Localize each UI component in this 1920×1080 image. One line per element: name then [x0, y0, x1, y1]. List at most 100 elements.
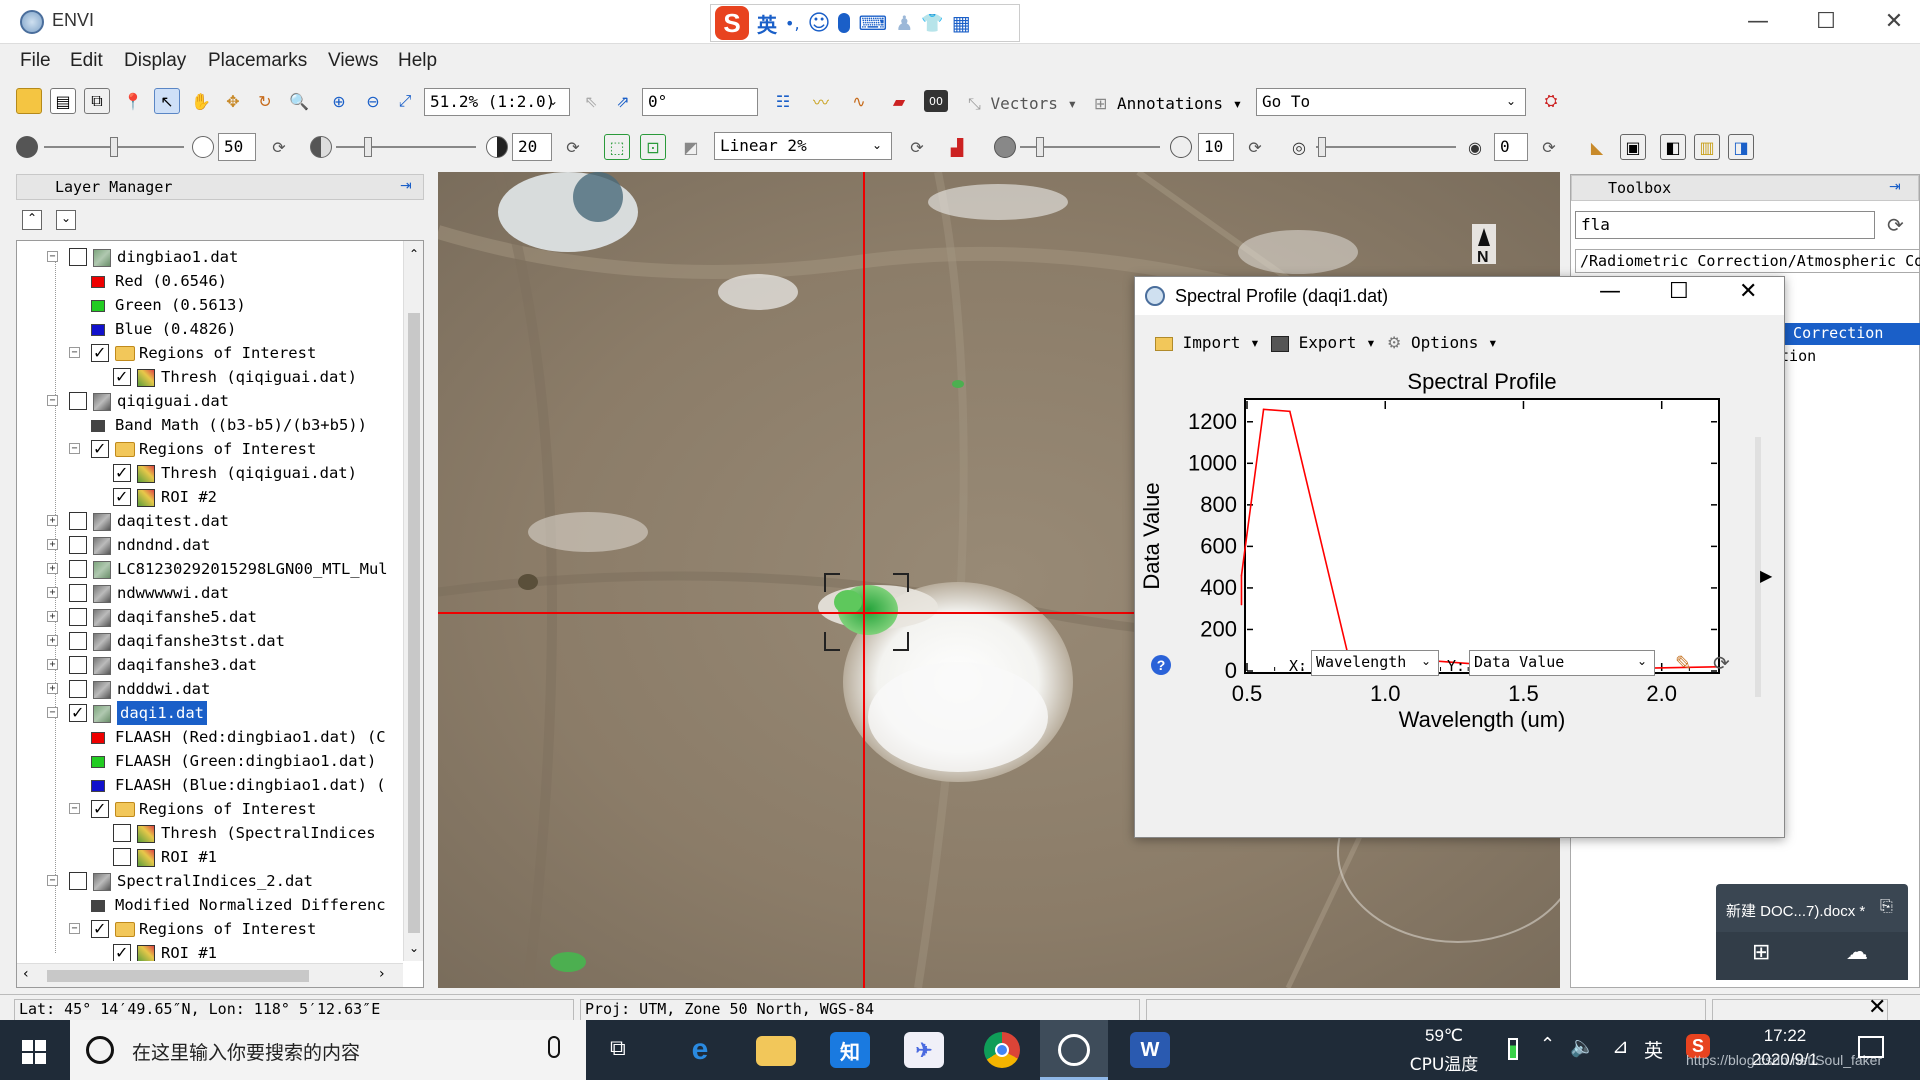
layer-checkbox[interactable] — [91, 437, 109, 461]
envi-taskbar-button[interactable] — [1040, 1020, 1108, 1080]
chip-view-icon[interactable]: ▣ — [1620, 134, 1646, 160]
h-scroll-thumb[interactable] — [47, 970, 309, 982]
layer-checkbox[interactable] — [91, 797, 109, 821]
taskbar-search[interactable]: 在这里输入你要搜索的内容 — [70, 1020, 586, 1080]
status-close-icon[interactable]: ✕ — [1868, 995, 1886, 1020]
chevron-down-icon[interactable]: ⌄ — [548, 94, 558, 108]
expand-icon[interactable]: + — [47, 539, 58, 550]
layer-checkbox[interactable] — [69, 392, 87, 410]
layer-checkbox[interactable] — [91, 917, 109, 941]
collapse-icon[interactable]: − — [47, 875, 58, 886]
layer-checkbox[interactable] — [69, 656, 87, 674]
export-menu[interactable]: Export ▾ — [1271, 333, 1376, 352]
profile-icon[interactable]: ∿ — [846, 88, 872, 114]
expand-icon[interactable]: + — [47, 563, 58, 574]
notification-center-icon[interactable] — [1858, 1036, 1884, 1058]
transparency-knob[interactable] — [1318, 137, 1326, 157]
collapse-icon[interactable]: − — [47, 707, 58, 718]
layer-tree[interactable]: − dingbiao1.dat Red (0.6546) Green (0.5613)… — [16, 240, 424, 988]
expand-icon[interactable]: + — [47, 683, 58, 694]
battery-icon[interactable] — [1508, 1038, 1518, 1060]
rotate-left-icon[interactable]: ⇖ — [578, 88, 604, 114]
stretch-select[interactable]: Linear 2% — [714, 132, 892, 160]
layer-checkbox[interactable] — [113, 461, 131, 485]
menu-views[interactable]: Views — [328, 50, 378, 72]
ime-voice-icon[interactable] — [838, 13, 851, 33]
goto-chevron-icon[interactable]: ⌄ — [1506, 94, 1516, 108]
collapse-icon[interactable]: − — [69, 347, 80, 358]
y-axis-select[interactable]: Data Value — [1469, 650, 1655, 676]
file-explorer-icon[interactable] — [756, 1036, 796, 1066]
cloud-button[interactable]: ☁ — [1812, 932, 1908, 980]
network-icon[interactable]: ⊿ — [1612, 1034, 1629, 1058]
ime-skin-icon[interactable]: 👕 — [921, 13, 943, 34]
pencil-icon[interactable]: ✎ — [1675, 651, 1692, 675]
zoom-full-icon[interactable]: ⤢ — [392, 88, 418, 114]
ime-grid-icon[interactable]: ▦ — [952, 11, 971, 35]
ime-lang[interactable]: 英 — [757, 9, 777, 38]
menu-help[interactable]: Help — [398, 50, 437, 72]
refresh-icon[interactable]: ⟳ — [904, 134, 930, 160]
import-menu[interactable]: Import ▾ — [1155, 333, 1260, 352]
ime-toolbar[interactable]: S 英 •, ☺ ⌨ ♟ 👕 ▦ — [710, 4, 1020, 42]
toolbox-pin-icon[interactable]: ⇥ — [1889, 179, 1901, 195]
toolbox-refresh-icon[interactable]: ⟳ — [1887, 213, 1904, 237]
annotations-menu[interactable]: ⊞ Annotations ▾ — [1094, 94, 1242, 113]
stretch-chevron-icon[interactable]: ⌄ — [872, 138, 882, 152]
rotation-select[interactable]: 0° — [642, 88, 758, 116]
help-icon[interactable]: ? — [1151, 655, 1171, 675]
stretch-full-icon[interactable]: ⊡ — [640, 134, 666, 160]
spectral-icon[interactable]: 〰 — [808, 88, 834, 114]
layer-icon[interactable]: ⧉ — [84, 88, 110, 114]
brightness-value[interactable]: 50 — [218, 133, 256, 161]
ime-emoji-icon[interactable]: ☺ — [808, 11, 831, 36]
options-menu[interactable]: ⚙ Options ▾ — [1387, 333, 1498, 352]
select-arrow-icon[interactable]: ↖ — [154, 88, 180, 114]
collapse-icon[interactable]: − — [47, 395, 58, 406]
expand-icon[interactable]: + — [47, 659, 58, 670]
dialog-maximize-button[interactable]: ☐ — [1669, 279, 1689, 304]
sharpen-value[interactable]: 10 — [1198, 133, 1234, 161]
word-icon[interactable]: W — [1130, 1032, 1170, 1068]
zoom-icon[interactable]: 🔍 — [286, 88, 312, 114]
expand-icon[interactable]: + — [47, 587, 58, 598]
scroll-right-icon[interactable]: › — [379, 966, 385, 982]
stretch-data-icon[interactable]: ◩ — [678, 134, 704, 160]
crosshair-icon[interactable]: ☷ — [770, 88, 796, 114]
ime-keyboard-icon[interactable]: ⌨ — [858, 11, 887, 35]
ime-user-icon[interactable]: ♟ — [895, 11, 913, 35]
expand-icon[interactable]: + — [47, 515, 58, 526]
expand-all-icon[interactable]: ⌄ — [56, 210, 76, 230]
layer-checkbox[interactable] — [69, 536, 87, 554]
layer-checkbox[interactable] — [69, 680, 87, 698]
scroll-left-icon[interactable]: ‹ — [23, 966, 29, 982]
fly-icon[interactable]: ✥ — [220, 88, 246, 114]
menu-display[interactable]: Display — [124, 50, 186, 72]
tree-scrollbar-vertical[interactable]: ⌃ ⌄ — [403, 241, 423, 961]
layer-checkbox[interactable] — [113, 824, 131, 842]
pixel-locator-icon[interactable]: 00 — [924, 90, 948, 112]
collapse-all-icon[interactable]: ⌃ — [22, 210, 42, 230]
stretch-view-icon[interactable]: ⬚ — [604, 134, 630, 160]
minimize-button[interactable]: — — [1738, 6, 1778, 38]
data-manager-icon[interactable]: ▤ — [50, 88, 76, 114]
x-chevron-icon[interactable]: ⌄ — [1421, 654, 1431, 668]
word-notification[interactable]: 新建 DOC...7).docx * ⎘ ⊞ ☁ — [1716, 884, 1908, 980]
goto-run-icon[interactable]: ⛭ — [1538, 88, 1564, 114]
zoom-in-icon[interactable]: ⊕ — [326, 88, 352, 114]
zoom-out-icon[interactable]: ⊖ — [360, 88, 386, 114]
menu-edit[interactable]: Edit — [70, 50, 103, 72]
microphone-icon[interactable] — [548, 1036, 560, 1058]
toolbox-item-selected[interactable]: c Correction — [1771, 323, 1920, 345]
vectors-menu[interactable]: ⤡ Vectors ▾ — [968, 94, 1077, 114]
contrast-knob[interactable] — [364, 137, 372, 157]
portal-icon[interactable]: ◣ — [1584, 134, 1610, 160]
view-blend-icon[interactable]: ◧ — [1660, 134, 1686, 160]
scroll-down-icon[interactable]: ⌄ — [409, 941, 419, 955]
scroll-up-icon[interactable]: ⌃ — [409, 247, 419, 261]
dialog-close-button[interactable]: ✕ — [1739, 279, 1757, 304]
layer-checkbox[interactable] — [113, 941, 131, 961]
layer-checkbox[interactable] — [113, 485, 131, 509]
y-chevron-icon[interactable]: ⌄ — [1637, 654, 1647, 668]
sharpen-knob[interactable] — [1036, 137, 1044, 157]
